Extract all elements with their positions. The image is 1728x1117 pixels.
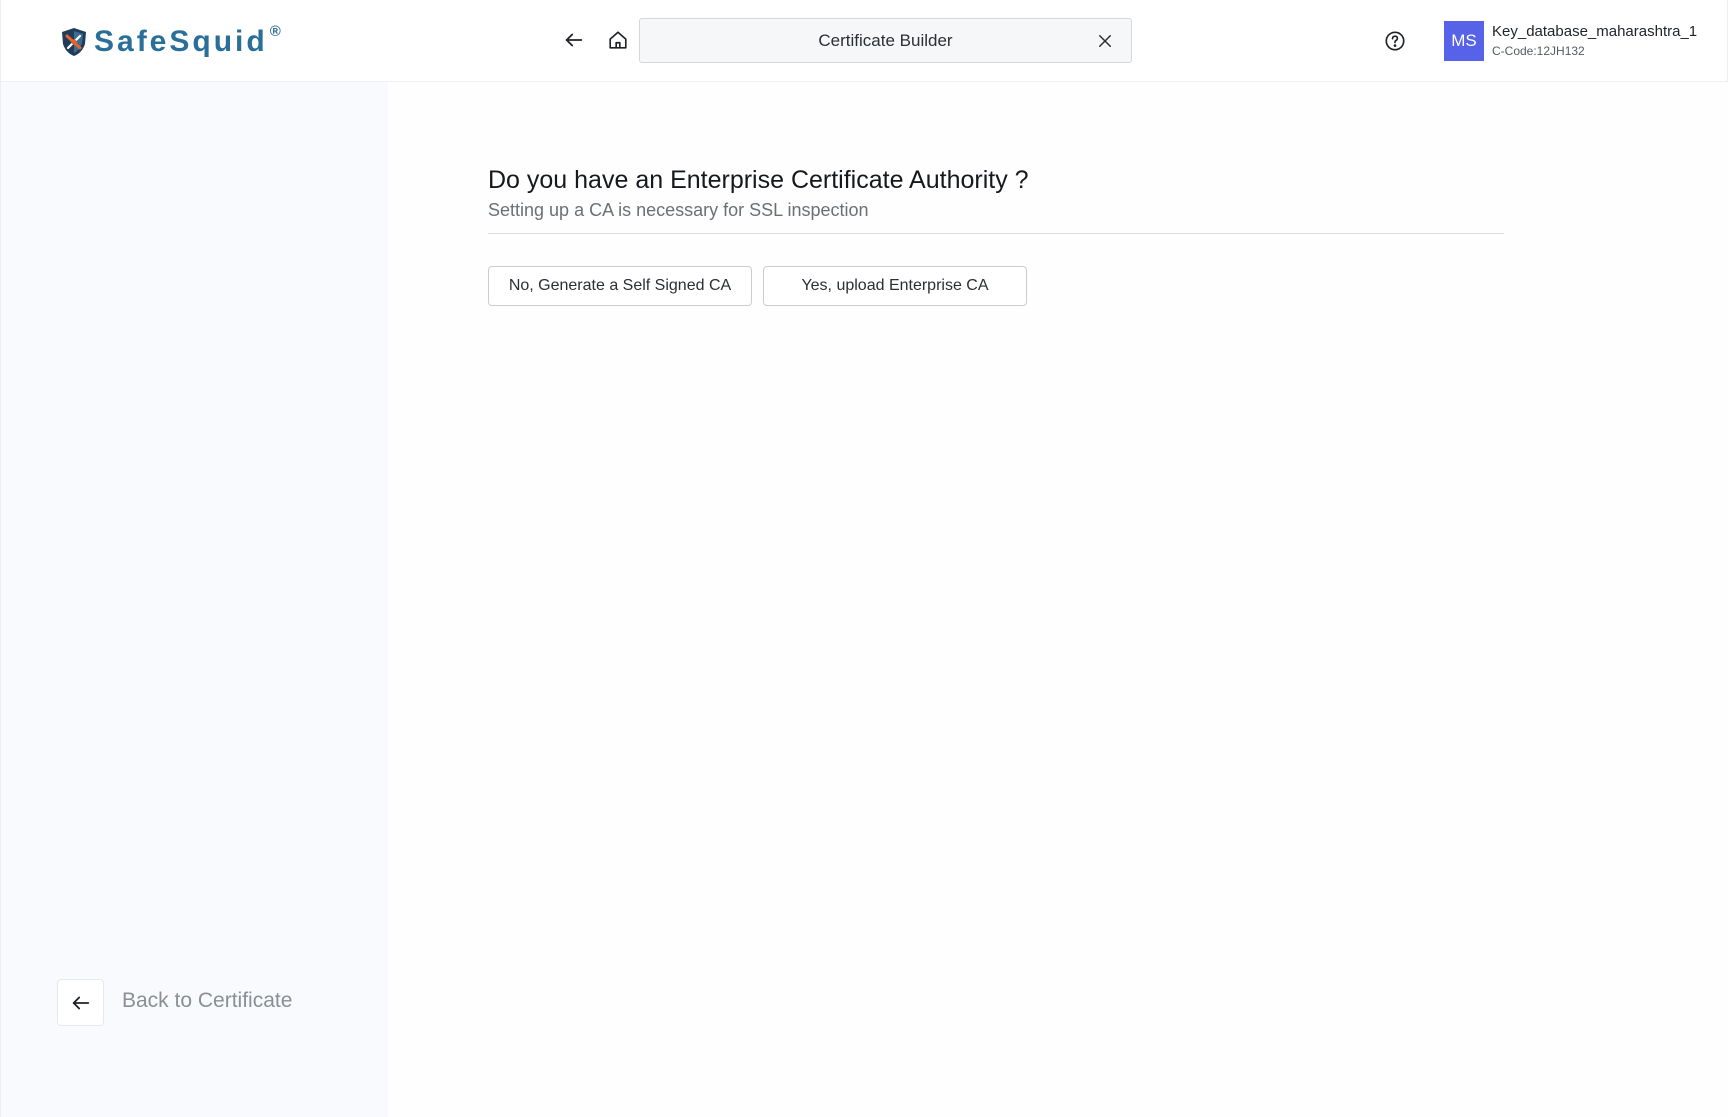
help-button[interactable] — [1379, 25, 1411, 57]
user-code: C-Code:12JH132 — [1492, 44, 1585, 58]
logo-registered-mark: ® — [269, 22, 281, 40]
page-title-bar[interactable]: Certificate Builder — [639, 18, 1132, 63]
page-question: Do you have an Enterprise Certificate Au… — [488, 166, 1029, 194]
page-subtext: Setting up a CA is necessary for SSL ins… — [488, 200, 869, 220]
upload-enterprise-ca-button[interactable]: Yes, upload Enterprise CA — [763, 266, 1027, 306]
back-button[interactable] — [558, 24, 590, 56]
generate-self-signed-ca-button[interactable]: No, Generate a Self Signed CA — [488, 266, 752, 306]
close-button[interactable] — [1089, 25, 1121, 57]
avatar[interactable]: MS — [1444, 21, 1484, 61]
main-content — [388, 82, 1728, 1117]
sidebar — [0, 82, 388, 1117]
back-to-certificate-button[interactable] — [57, 979, 104, 1026]
shield-logo-icon — [62, 28, 86, 56]
user-name: Key_database_maharashtra_1 — [1492, 23, 1698, 40]
logo-text: SafeSquid — [94, 25, 268, 58]
safesquid-logo[interactable]: SafeSquid ® — [58, 22, 283, 60]
home-button[interactable] — [602, 24, 634, 56]
arrow-left-icon — [72, 996, 89, 1009]
home-icon — [609, 31, 627, 49]
top-header: SafeSquid ® Certificate Builder MS Key_d… — [0, 0, 1728, 82]
arrow-left-icon — [565, 33, 583, 47]
help-circle-icon — [1385, 31, 1405, 51]
back-to-certificate-label[interactable]: Back to Certificate — [122, 989, 292, 1013]
page-title: Certificate Builder — [818, 30, 953, 50]
divider — [488, 233, 1504, 234]
close-icon — [1099, 35, 1111, 47]
